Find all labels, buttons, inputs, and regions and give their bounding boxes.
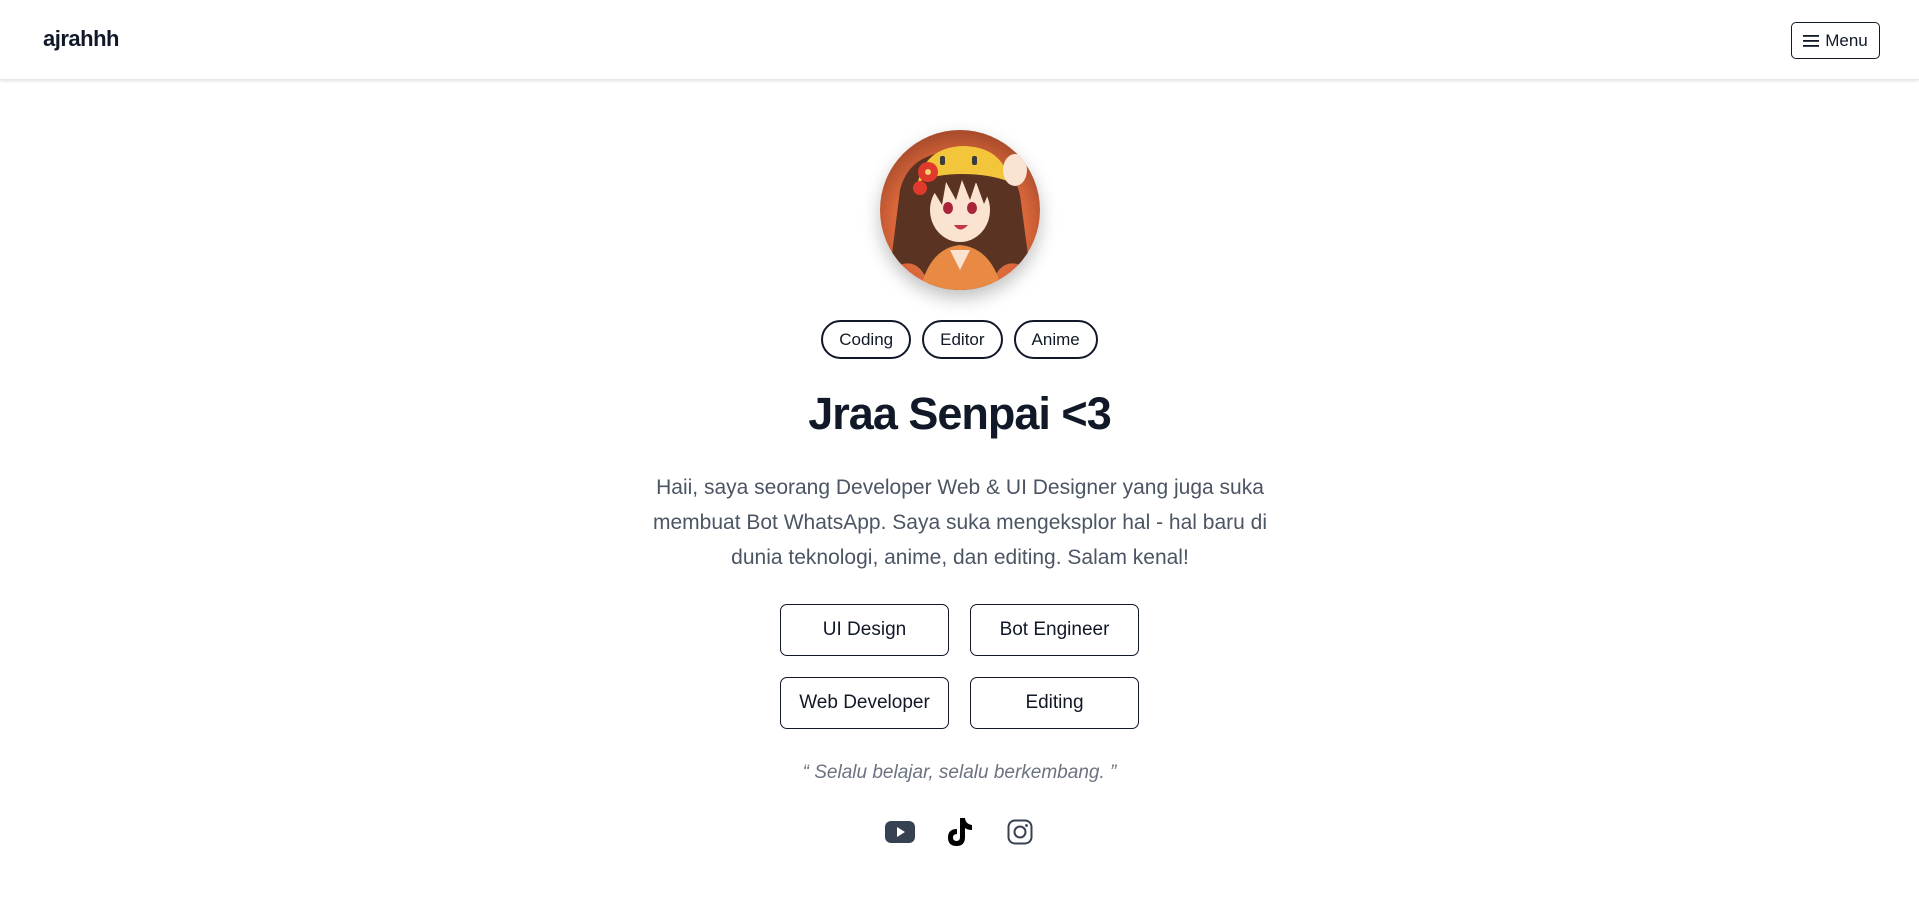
- instagram-icon: [1007, 819, 1032, 845]
- instagram-link[interactable]: [1005, 816, 1035, 848]
- profile-name: Jraa Senpai <3: [808, 388, 1111, 439]
- skill-ui-design-button[interactable]: UI Design: [780, 604, 949, 656]
- social-links: [0, 816, 1919, 848]
- skill-editing-button[interactable]: Editing: [970, 677, 1139, 729]
- skills-grid: UI Design Bot Engineer Web Developer Edi…: [780, 604, 1140, 729]
- anime-avatar-image: [880, 130, 1040, 290]
- tag-editor[interactable]: Editor: [922, 320, 1003, 359]
- tiktok-link[interactable]: [945, 816, 975, 848]
- youtube-link[interactable]: [884, 816, 915, 848]
- tiktok-icon: [947, 818, 972, 846]
- brand-logo-text[interactable]: ajrahhh: [43, 26, 119, 52]
- profile-section: Coding Editor Anime Jraa Senpai <3 Haii,…: [0, 80, 1919, 909]
- hamburger-icon: [1803, 34, 1820, 47]
- menu-button[interactable]: Menu: [1791, 22, 1880, 59]
- profile-bio: Haii, saya seorang Developer Web & UI De…: [653, 476, 1267, 569]
- top-navbar: ajrahhh Menu: [0, 0, 1919, 80]
- tag-coding[interactable]: Coding: [821, 320, 912, 359]
- skill-bot-engineer-button[interactable]: Bot Engineer: [970, 604, 1139, 656]
- tag-anime[interactable]: Anime: [1013, 320, 1098, 359]
- menu-button-label: Menu: [1825, 30, 1868, 50]
- profile-quote: “ Selalu belajar, selalu berkembang. ”: [802, 762, 1117, 783]
- skill-web-developer-button[interactable]: Web Developer: [780, 677, 949, 729]
- interest-tags: Coding Editor Anime: [0, 320, 1919, 359]
- youtube-icon: [884, 821, 915, 843]
- avatar: [880, 130, 1040, 290]
